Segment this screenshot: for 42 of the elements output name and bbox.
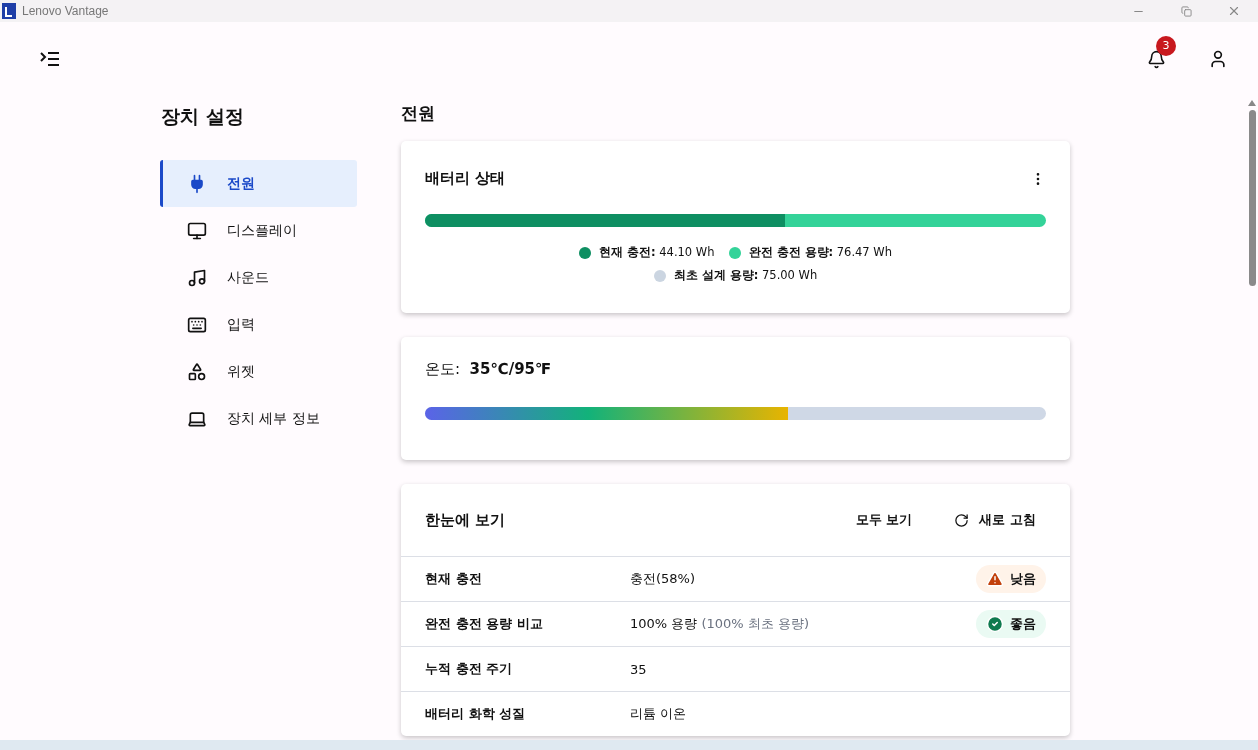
row-value: 35 [630,661,648,677]
row-label: 누적 충전 주기 [425,660,514,678]
monitor-icon [187,220,207,241]
page-title: 전원 [401,102,436,125]
card-title: 배터리 상태 [425,169,506,188]
row-label: 현재 충전 [425,570,483,588]
status-badge: 낮음 [976,565,1046,593]
sidebar-item[interactable]: 장치 세부 정보 [160,395,357,442]
scrollbar-thumb[interactable] [1248,110,1256,286]
sidebar-title: 장치 설정 [161,104,245,129]
status-badge: 좋음 [976,610,1046,638]
card-title: 한눈에 보기 [425,510,506,530]
app-logo [2,3,16,19]
menu-icon[interactable] [40,51,60,67]
notification-badge: 3 [1156,35,1176,56]
row-value: 충전(58%) [630,570,697,588]
status-icon [986,570,1004,588]
sidebar-item[interactable]: 전원 [160,160,357,207]
temperature-reading: 온도: 35℃/95℉ [425,360,552,378]
sidebar-item[interactable]: 입력 [160,301,357,348]
window-title: Lenovo Vantage [22,4,109,18]
row-label: 배터리 화학 성질 [425,705,527,723]
legend-label: 현재 충전: 44.10 Wh [599,245,715,260]
row-value: 리튬 이온 [630,705,688,723]
status-icon [986,615,1004,633]
shapes-icon [187,361,207,382]
view-all-button[interactable]: 모두 보기 [851,507,917,533]
restore-icon[interactable] [1180,5,1192,17]
sidebar-item[interactable]: 위젯 [160,348,357,395]
row-label: 완전 충전 용량 비교 [425,615,544,633]
user-icon[interactable] [1208,49,1228,69]
refresh-icon [954,512,970,528]
bell-icon[interactable] [1147,49,1166,69]
close-icon[interactable] [1227,4,1241,18]
sidebar-item[interactable]: 디스플레이 [160,207,357,254]
sidebar-item[interactable]: 사운드 [160,254,357,301]
row-value: 100% 용량 (100% 최초 용량) [630,615,811,633]
legend-label: 완전 충전 용량: 76.47 Wh [748,245,892,260]
refresh-button[interactable]: 새로 고침 [950,507,1040,533]
scroll-up-icon[interactable] [1248,100,1256,106]
legend-label: 최초 설계 용량: 75.00 Wh [673,268,818,283]
music-note-icon [187,267,207,288]
